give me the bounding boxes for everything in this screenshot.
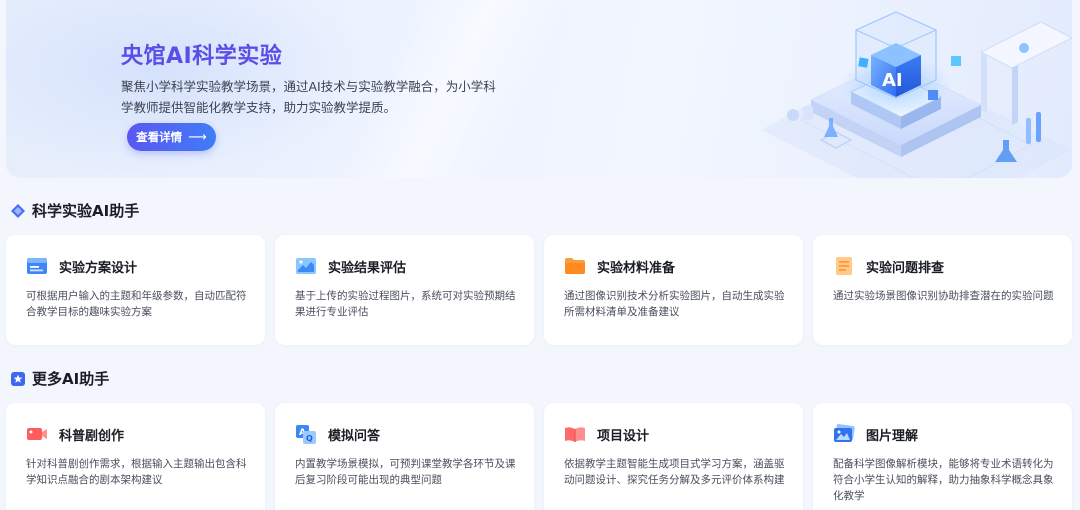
section-header-science: 科学实验AI助手 xyxy=(10,200,139,221)
science-assistant-cards: 实验方案设计 可根据用户输入的主题和年级参数，自动匹配符合教学目标的趣味实验方案… xyxy=(6,235,1072,345)
svg-text:Q: Q xyxy=(306,434,313,443)
folder-icon xyxy=(565,258,585,274)
banner-description: 聚焦小学科学实验教学场景，通过AI技术与实验教学融合，为小学科学教师提供智能化教… xyxy=(121,79,496,115)
section-title: 科学实验AI助手 xyxy=(32,202,140,220)
section-header-more: 更多AI助手 xyxy=(10,368,109,389)
card-description: 针对科普剧创作需求，根据输入主题输出包含科学知识点融合的剧本架构建议 xyxy=(26,458,247,486)
qa-translate-icon: A Q xyxy=(296,425,316,444)
card-title: 模拟问答 xyxy=(328,428,381,444)
card-experiment-troubleshooting[interactable]: 实验问题排查 通过实验场景图像识别协助排查潜在的实验问题 xyxy=(813,235,1072,345)
card-science-drama-creation[interactable]: 科普剧创作 针对科普剧创作需求，根据输入主题输出包含科学知识点融合的剧本架构建议 xyxy=(6,403,265,510)
card-title: 实验方案设计 xyxy=(59,260,138,276)
section-title: 更多AI助手 xyxy=(32,370,110,388)
card-title: 实验结果评估 xyxy=(328,260,407,276)
view-details-button[interactable]: 查看详情 ⟶ xyxy=(127,123,216,151)
card-title: 图片理解 xyxy=(866,428,919,444)
star-badge-icon xyxy=(11,371,25,386)
card-description: 内置教学场景模拟，可预判课堂教学各环节及课后复习阶段可能出现的典型问题 xyxy=(295,458,516,486)
card-experiment-result-evaluation[interactable]: 实验结果评估 基于上传的实验过程图片，系统可对实验预期结果进行专业评估 xyxy=(275,235,534,345)
plan-document-icon xyxy=(27,258,47,274)
image-understanding-icon xyxy=(834,424,855,442)
card-description: 通过实验场景图像识别协助排查潜在的实验问题 xyxy=(833,290,1054,302)
card-title: 科普剧创作 xyxy=(59,428,125,444)
card-experiment-material-preparation[interactable]: 实验材料准备 通过图像识别技术分析实验图片，自动生成实验所需材料清单及准备建议 xyxy=(544,235,803,345)
ai-cube-label: AI xyxy=(882,70,903,91)
more-assistant-cards: 科普剧创作 针对科普剧创作需求，根据输入主题输出包含科学知识点融合的剧本架构建议… xyxy=(6,403,1072,510)
card-title: 项目设计 xyxy=(597,428,650,444)
card-description: 依据教学主题智能生成项目式学习方案，涵盖驱动问题设计、探究任务分解及多元评价体系… xyxy=(564,458,785,486)
card-description: 通过图像识别技术分析实验图片，自动生成实验所需材料清单及准备建议 xyxy=(564,290,785,318)
card-title: 实验问题排查 xyxy=(866,260,945,276)
diamond-icon xyxy=(11,203,25,218)
card-description: 基于上传的实验过程图片，系统可对实验预期结果进行专业评估 xyxy=(295,290,516,318)
ai-lab-illustration: AI xyxy=(761,11,1072,178)
card-project-design[interactable]: 项目设计 依据教学主题智能生成项目式学习方案，涵盖驱动问题设计、探究任务分解及多… xyxy=(544,403,803,510)
card-description: 配备科学图像解析模块，能够将专业术语转化为符合小学生认知的解释，助力抽象科学概念… xyxy=(833,458,1054,502)
arrow-right-icon: ⟶ xyxy=(188,129,207,145)
video-camera-icon xyxy=(27,428,47,440)
checklist-icon xyxy=(836,257,852,275)
lab-table xyxy=(979,21,1072,125)
card-simulated-qa[interactable]: A Q 模拟问答 内置教学场景模拟，可预判课堂教学各环节及课后复习阶段可能出现的… xyxy=(275,403,534,510)
open-book-icon xyxy=(565,427,585,442)
card-description: 可根据用户输入的主题和年级参数，自动匹配符合教学目标的趣味实验方案 xyxy=(26,290,247,318)
card-title: 实验材料准备 xyxy=(597,260,676,276)
hero-banner: 央馆AI科学实验 聚焦小学科学实验教学场景，通过AI技术与实验教学融合，为小学科… xyxy=(6,0,1072,178)
result-chart-icon xyxy=(296,258,316,274)
banner-title: 央馆AI科学实验 xyxy=(121,44,283,69)
view-details-label: 查看详情 xyxy=(136,130,183,144)
card-image-understanding[interactable]: 图片理解 配备科学图像解析模块，能够将专业术语转化为符合小学生认知的解释，助力抽… xyxy=(813,403,1072,510)
card-experiment-plan-design[interactable]: 实验方案设计 可根据用户输入的主题和年级参数，自动匹配符合教学目标的趣味实验方案 xyxy=(6,235,265,345)
